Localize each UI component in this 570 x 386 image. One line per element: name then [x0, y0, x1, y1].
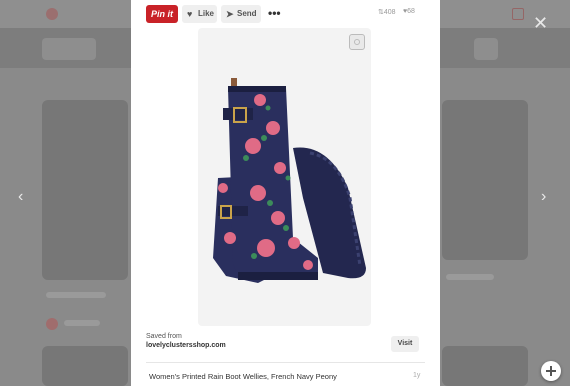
- repin-count: ⇅408: [378, 8, 396, 16]
- close-icon[interactable]: ✕: [533, 13, 548, 34]
- like-count-value: 68: [407, 8, 415, 15]
- background-card: [442, 100, 528, 260]
- pin-source: Saved from lovelyclustersshop.com: [146, 333, 226, 349]
- pin-age: 1y: [413, 372, 421, 379]
- chevron-left-icon[interactable]: ‹: [18, 189, 23, 205]
- plus-icon[interactable]: [541, 361, 561, 381]
- like-button[interactable]: ♥ Like: [182, 5, 217, 23]
- background-text: [446, 274, 494, 280]
- pinterest-logo: [46, 8, 58, 20]
- background-pill: [474, 38, 498, 60]
- notification-icon: [512, 8, 524, 20]
- heart-icon: ♥: [187, 9, 193, 19]
- modal-toolbar: Pin it ♥ Like ➤ Send ••• ⇅408 ♥68: [131, 0, 440, 28]
- background-text: [46, 292, 106, 298]
- background-card: [42, 100, 128, 280]
- more-button[interactable]: •••: [268, 4, 282, 22]
- background-text: [64, 320, 100, 326]
- source-domain-link[interactable]: lovelyclustersshop.com: [146, 342, 226, 349]
- send-label: Send: [237, 9, 257, 18]
- send-button[interactable]: ➤ Send: [221, 5, 261, 23]
- divider: [146, 362, 425, 363]
- pin-it-button[interactable]: Pin it: [146, 5, 178, 23]
- pin-description: Women's Printed Rain Boot Wellies, Frenc…: [149, 372, 337, 381]
- pin-image[interactable]: [198, 28, 371, 326]
- rain-boots-image: [213, 78, 366, 283]
- saved-from-label: Saved from: [146, 333, 182, 340]
- background-card: [442, 346, 528, 386]
- like-count: ♥68: [403, 8, 415, 15]
- pin-closeup-modal: Pin it ♥ Like ➤ Send ••• ⇅408 ♥68 Saved …: [131, 0, 440, 386]
- background-avatar: [46, 318, 58, 330]
- chevron-right-icon[interactable]: ›: [541, 189, 546, 205]
- send-icon: ➤: [226, 9, 234, 19]
- visit-button[interactable]: Visit: [391, 336, 419, 352]
- repin-count-value: 408: [383, 9, 396, 16]
- background-card: [42, 346, 128, 386]
- visual-search-icon[interactable]: [349, 34, 365, 50]
- like-label: Like: [198, 9, 215, 18]
- background-pill: [42, 38, 96, 60]
